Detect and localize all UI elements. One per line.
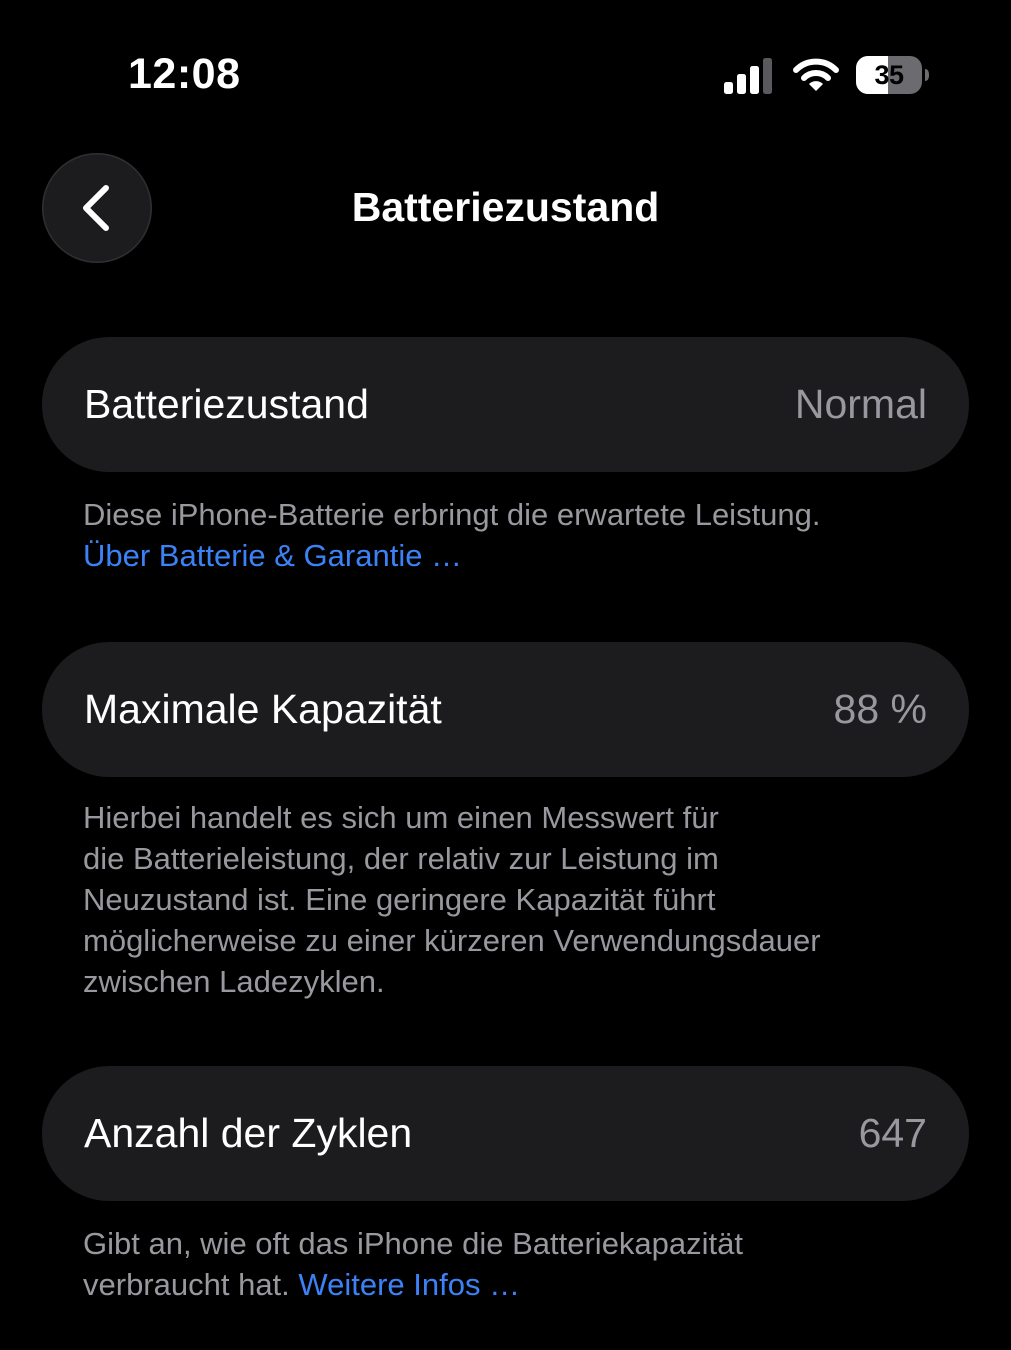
chevron-left-icon: [83, 185, 109, 231]
max-capacity-footnote-line: möglicherweise zu einer kürzeren Verwend…: [83, 923, 821, 958]
more-info-link[interactable]: Weitere Infos …: [298, 1267, 520, 1302]
cycle-count-value: 647: [858, 1110, 927, 1156]
cycle-count-footnote: Gibt an, wie oft das iPhone die Batterie…: [83, 1223, 943, 1305]
battery-health-label: Batteriezustand: [84, 381, 369, 427]
battery-level-text: 35: [874, 60, 904, 90]
max-capacity-footnote: Hierbei handelt es sich um einen Messwer…: [83, 797, 943, 1002]
battery-health-row: Batteriezustand Normal: [42, 337, 969, 472]
cycle-count-footnote-line: verbraucht hat. Weitere Infos …: [83, 1264, 943, 1305]
max-capacity-footnote-line: Neuzustand ist. Eine geringere Kapazität…: [83, 882, 716, 917]
max-capacity-footnote-line: zwischen Ladezyklen.: [83, 964, 385, 999]
max-capacity-label: Maximale Kapazität: [84, 686, 442, 732]
battery-health-footnote: Diese iPhone-Batterie erbringt die erwar…: [83, 494, 943, 576]
battery-health-value: Normal: [794, 381, 927, 427]
cycle-count-footnote-text: verbraucht hat.: [83, 1267, 290, 1302]
back-button[interactable]: [42, 153, 152, 263]
wifi-icon: [793, 58, 839, 91]
max-capacity-footnote-line: die Batterieleistung, der relativ zur Le…: [83, 841, 719, 876]
page-title: Batteriezustand: [351, 184, 660, 230]
cycle-count-footnote-line: Gibt an, wie oft das iPhone die Batterie…: [83, 1226, 744, 1261]
battery-warranty-link[interactable]: Über Batterie & Garantie …: [83, 535, 943, 576]
max-capacity-row: Maximale Kapazität 88 %: [42, 642, 969, 777]
max-capacity-footnote-line: Hierbei handelt es sich um einen Messwer…: [83, 800, 719, 835]
status-bar: 12:08 35: [0, 0, 1011, 150]
cycle-count-row: Anzahl der Zyklen 647: [42, 1066, 969, 1201]
cellular-signal-icon: [724, 58, 772, 94]
battery-health-description: Diese iPhone-Batterie erbringt die erwar…: [83, 497, 821, 532]
cycle-count-label: Anzahl der Zyklen: [84, 1110, 413, 1156]
status-time: 12:08: [128, 50, 241, 98]
max-capacity-value: 88 %: [833, 686, 927, 732]
